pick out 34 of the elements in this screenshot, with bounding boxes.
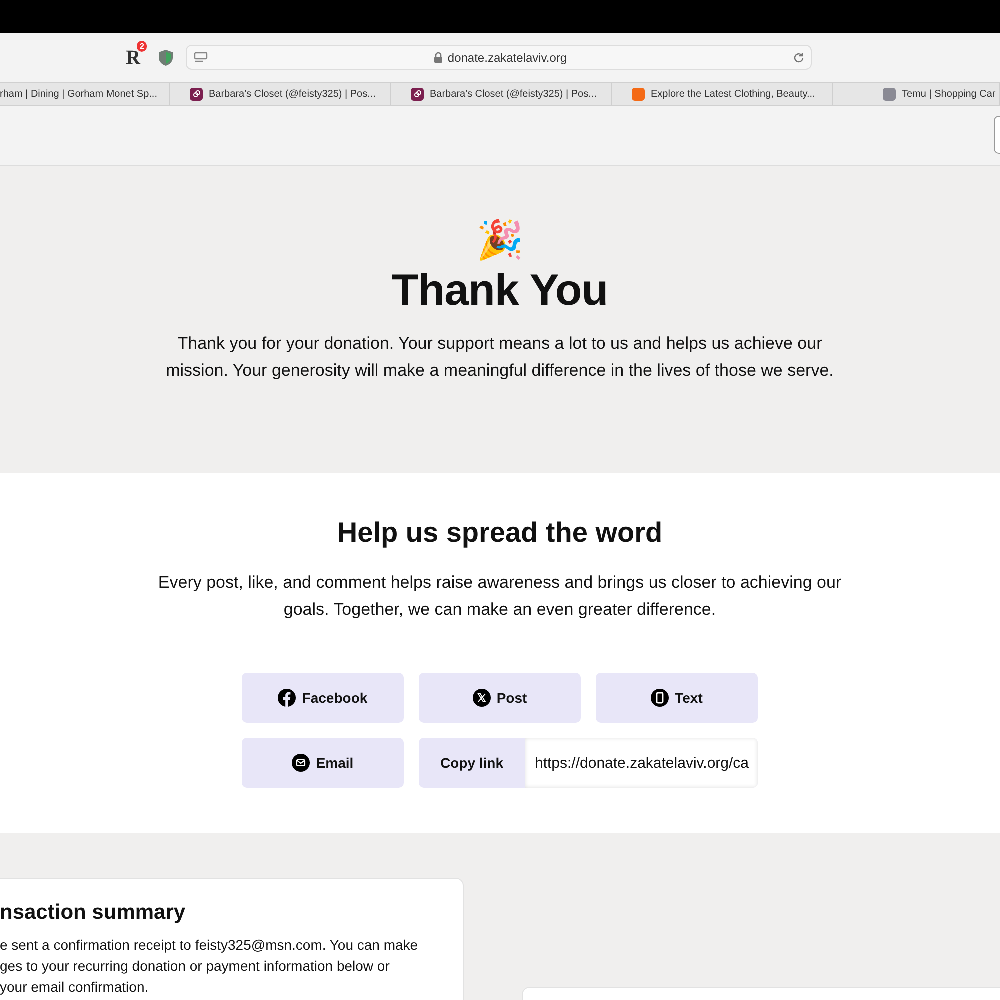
email-icon	[292, 754, 310, 772]
reload-icon[interactable]	[793, 52, 805, 64]
notification-badge: 2	[137, 41, 148, 52]
share-button[interactable]: Post	[419, 673, 581, 723]
page-title: Thank You	[390, 266, 610, 316]
browser-tab[interactable]: Barbara's Closet (@feisty325) | Pos...	[391, 83, 612, 105]
phone-icon	[651, 689, 670, 707]
browser-tab[interactable]: rham | Dining | Gorham Monet Sp...	[0, 83, 170, 105]
browser-tab[interactable]: Temu | Shopping Car	[833, 83, 1000, 105]
card-title: nsaction summary	[0, 901, 187, 925]
shield-icon[interactable]	[158, 49, 174, 67]
thank-you-text: Thank you for your donation. Your support means a lot to us and helps us achieve our mission. Your generosity will make a meaningful difference in the lives of those we serve.	[165, 333, 835, 382]
receipt-text-line: e sent a confirmation receipt to feisty325@msn.com. You can make	[0, 936, 420, 955]
share-button[interactable]: Text	[596, 673, 758, 723]
lock-icon	[434, 52, 443, 63]
favicon-icon	[411, 88, 424, 100]
x-icon	[472, 689, 491, 707]
party-popper-icon: 🎉	[475, 218, 525, 264]
receipt-text-line: your email confirmation.	[0, 978, 150, 997]
share-text: Every post, like, and comment helps raise awareness and brings us closer to achieving our goals. Together, we can make an even greater difference.	[157, 572, 843, 621]
share-button[interactable]: Email	[242, 738, 404, 788]
page-icon	[194, 52, 208, 64]
url-text: donate.zakatelaviv.org	[448, 50, 568, 64]
favicon-icon	[883, 88, 896, 100]
address-bar[interactable]: donate.zakatelaviv.org	[186, 45, 812, 70]
share-button[interactable]: Facebook	[242, 673, 404, 723]
favicon-icon	[190, 88, 203, 100]
copy-link-field[interactable]: Copy link https://donate.zakatelaviv.org/ca	[419, 738, 758, 788]
receipt-text-line: ges to your recurring donation or payment information below or	[0, 957, 391, 976]
favicon-icon	[632, 88, 645, 100]
facebook-icon	[278, 689, 296, 707]
section-title: Help us spread the word	[336, 517, 664, 549]
browser-tab[interactable]: Barbara's Closet (@feisty325) | Pos...	[170, 83, 391, 105]
browser-tab[interactable]: Explore the Latest Clothing, Beauty...	[612, 83, 833, 105]
